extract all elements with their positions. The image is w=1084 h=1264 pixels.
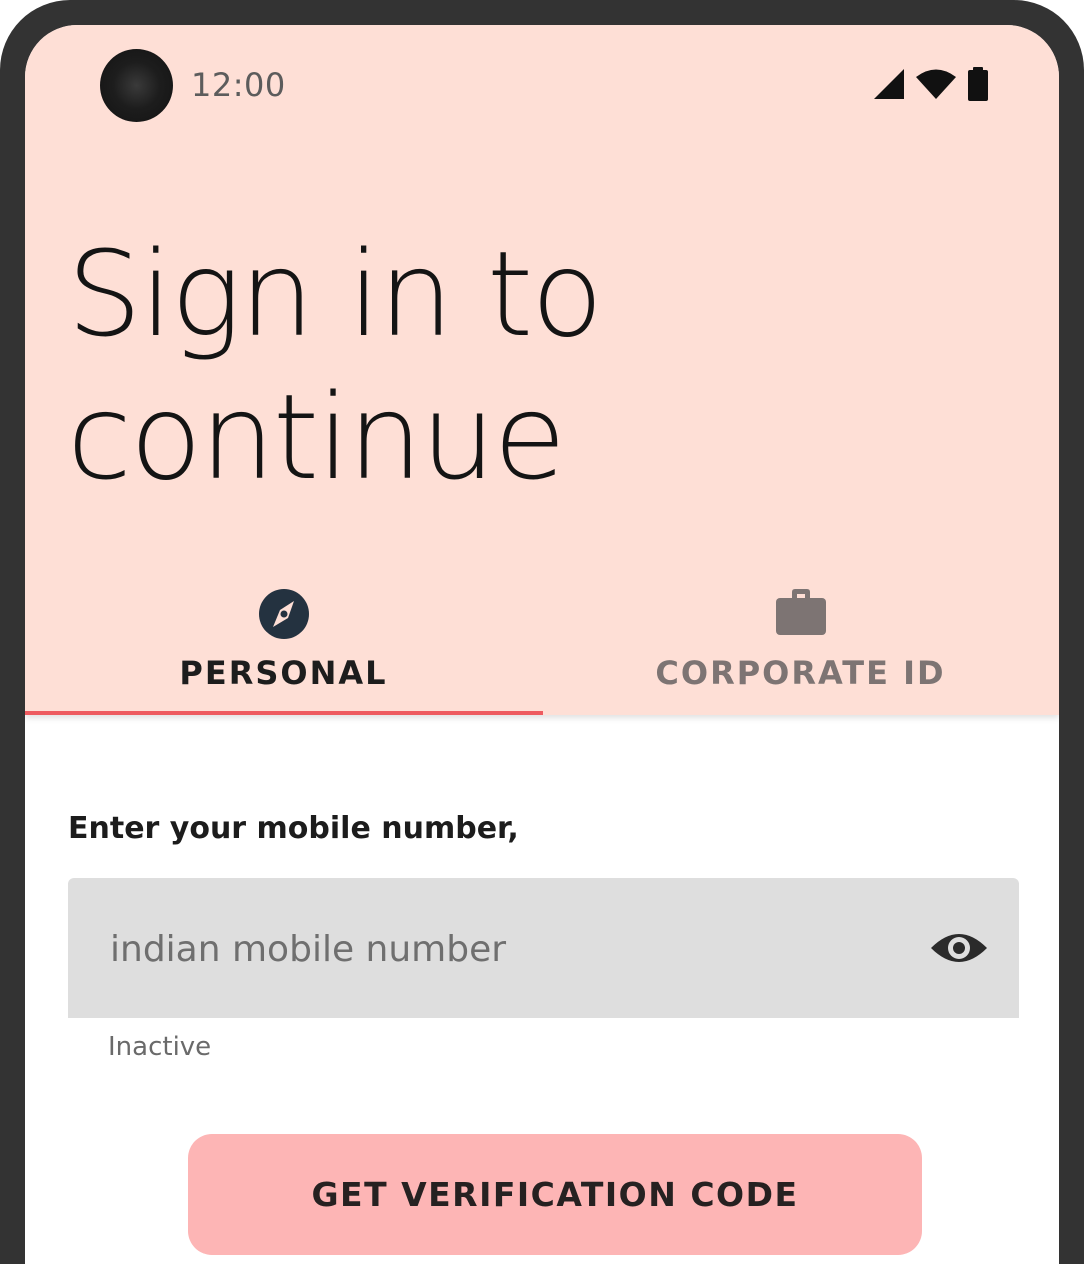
status-time: 12:00: [191, 66, 286, 104]
mobile-number-input[interactable]: [108, 912, 912, 986]
helper-text: Inactive: [108, 1032, 212, 1062]
wifi-icon: [916, 69, 956, 99]
tab-corporate-id-label: CORPORATE ID: [655, 654, 946, 692]
screen: 12:00 Sign in to continue PERSONAL CORPO…: [25, 25, 1059, 1264]
compass-icon: [258, 589, 309, 639]
eye-icon[interactable]: [929, 926, 989, 970]
tab-bar: PERSONAL CORPORATE ID: [25, 570, 1059, 715]
status-icons: [873, 67, 989, 101]
briefcase-icon: [775, 589, 826, 635]
cellular-signal-icon: [874, 69, 904, 99]
tab-personal-label: PERSONAL: [179, 654, 388, 692]
tab-personal[interactable]: PERSONAL: [25, 570, 543, 715]
battery-icon: [968, 67, 988, 101]
camera-cutout: [100, 49, 173, 122]
active-tab-indicator: [25, 711, 543, 715]
tab-corporate-id[interactable]: CORPORATE ID: [542, 570, 1059, 715]
mobile-number-field: [68, 878, 1019, 1018]
mobile-number-prompt: Enter your mobile number,: [68, 811, 519, 846]
header: 12:00 Sign in to continue PERSONAL CORPO…: [25, 25, 1059, 715]
page-title: Sign in to continue: [67, 225, 603, 506]
device-frame: 12:00 Sign in to continue PERSONAL CORPO…: [0, 0, 1084, 1264]
get-verification-code-button[interactable]: GET VERIFICATION CODE: [188, 1134, 922, 1255]
